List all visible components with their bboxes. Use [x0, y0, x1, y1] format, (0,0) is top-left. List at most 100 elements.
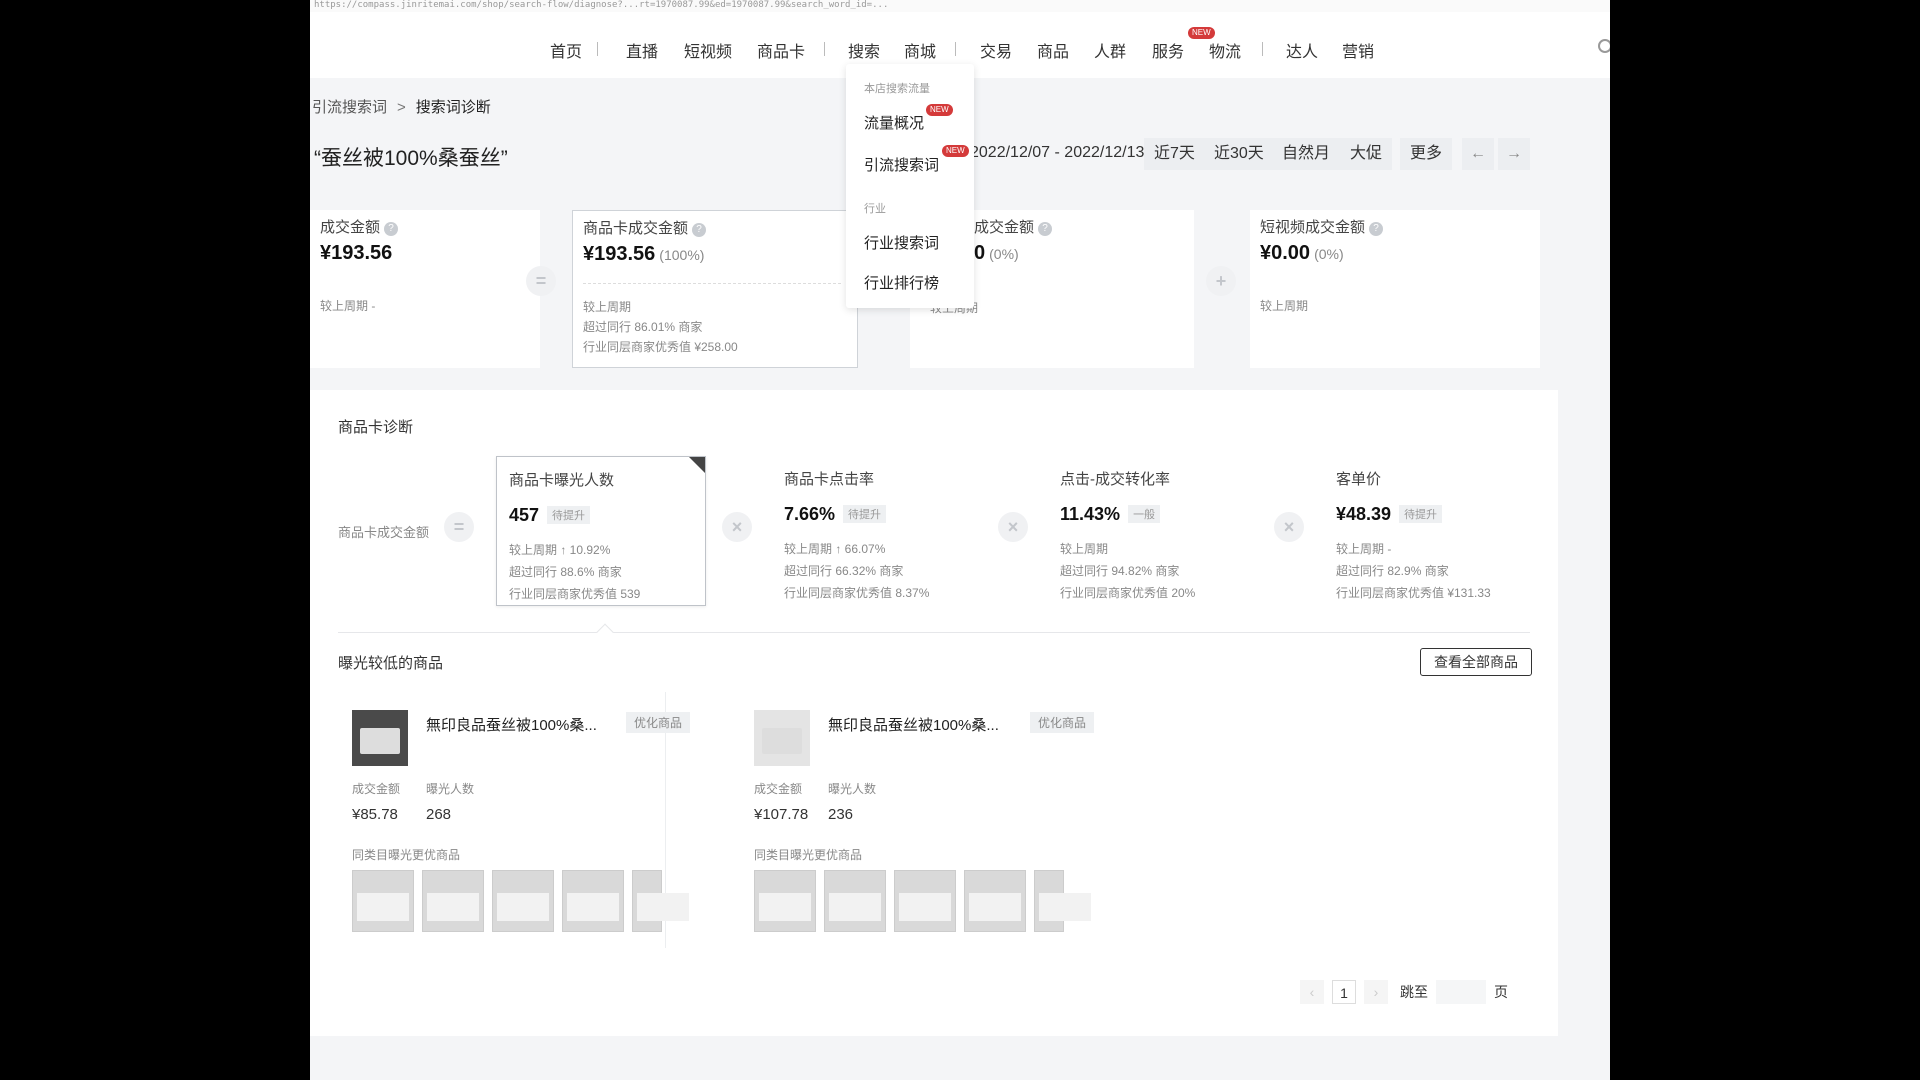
- nav-mall[interactable]: 商城: [904, 38, 936, 62]
- tab-natural-month[interactable]: 自然月: [1272, 138, 1341, 170]
- metric-card-product-card-gmv[interactable]: 商品卡成交金额? ¥193.56 (100%) 较上周期 超过同行 86.01% …: [572, 210, 858, 368]
- nav-logistics[interactable]: 物流: [1209, 38, 1241, 62]
- tab-more[interactable]: 更多: [1400, 138, 1453, 170]
- menu-item-industry-ranking[interactable]: 行业排行榜: [864, 272, 939, 293]
- diagnose-sub: 较上周期 ↑ 66.07%: [784, 542, 886, 556]
- equals-icon: =: [444, 512, 474, 542]
- nav-talent[interactable]: 达人: [1286, 38, 1318, 62]
- optimize-product-button[interactable]: 优化商品: [626, 712, 691, 733]
- equals-icon: =: [526, 266, 556, 296]
- metric-card-short-video-gmv[interactable]: 短视频成交金额? ¥0.00 (0%) 较上周期: [1250, 210, 1540, 368]
- product-card: 無印良品蚕丝被100%桑... 优化商品 成交金额 曝光人数 ¥107.78 2…: [738, 692, 1095, 948]
- similar-product-image[interactable]: [562, 870, 624, 932]
- metric-label: 短视频成交金额: [1260, 219, 1366, 236]
- metric-value: 236: [828, 806, 854, 823]
- nav-separator: [955, 42, 956, 56]
- nav-short-video[interactable]: 短视频: [684, 38, 732, 62]
- diagnose-sub: 行业同层商家优秀值 8.37%: [784, 586, 930, 600]
- diagnose-sub: 行业同层商家优秀值 539: [509, 587, 641, 601]
- similar-product-image[interactable]: [352, 870, 414, 932]
- diagnose-card-conversion[interactable]: 点击-成交转化率 11.43% 一般 较上周期 超过同行 94.82% 商家 行业…: [1048, 456, 1258, 606]
- page-unit-label: 页: [1494, 984, 1508, 1000]
- formula-left-label: 商品卡成交金额: [338, 525, 430, 540]
- diagnose-sub: 超过同行 88.6% 商家: [509, 565, 622, 579]
- prev-arrow-icon[interactable]: ←: [1462, 138, 1494, 170]
- tab-7-days[interactable]: 近7天: [1144, 138, 1205, 170]
- metric-sub: 较上周期: [583, 300, 632, 314]
- similar-product-image[interactable]: [1034, 870, 1091, 932]
- metric-label: 商品卡成交金额: [583, 220, 689, 237]
- diagnose-card-ctr[interactable]: 商品卡点击率 7.66% 待提升 较上周期 ↑ 66.07% 超过同行 66.32…: [772, 456, 982, 606]
- view-all-products-button[interactable]: 查看全部商品: [1420, 648, 1532, 676]
- similar-product-image[interactable]: [632, 870, 689, 932]
- nav-home[interactable]: 首页: [550, 38, 582, 62]
- diagnose-sub: 较上周期: [1060, 542, 1109, 556]
- metric-value: ¥107.78: [754, 806, 809, 823]
- metric-value: ¥0.00: [1260, 242, 1311, 264]
- menu-group-label: 行业: [864, 203, 886, 215]
- next-arrow-icon[interactable]: →: [1498, 138, 1530, 170]
- diagnose-value: ¥48.39: [1336, 504, 1392, 524]
- app-page: https://compass.jinritemai.com/shop/sear…: [310, 0, 1610, 1080]
- help-icon[interactable]: ?: [384, 222, 399, 236]
- diagnose-card-exposure[interactable]: 商品卡曝光人数 457 待提升 较上周期 ↑ 10.92% 超过同行 88.6% …: [496, 456, 706, 606]
- menu-item-industry-search-words[interactable]: 行业搜索词: [864, 232, 939, 253]
- optimize-product-button[interactable]: 优化商品: [1030, 712, 1095, 733]
- section-title: 曝光较低的商品: [338, 655, 444, 672]
- nav-live[interactable]: 直播: [626, 38, 658, 62]
- metric-key: 成交金额: [754, 782, 803, 796]
- next-page-icon[interactable]: ›: [1364, 980, 1388, 1004]
- product-thumbnail[interactable]: [754, 710, 810, 766]
- similar-product-image[interactable]: [894, 870, 956, 932]
- selection-caret: [596, 623, 614, 641]
- metric-sub: 超过同行 86.01% 商家: [583, 320, 703, 334]
- diagnose-sub: 行业同层商家优秀值 20%: [1060, 586, 1196, 600]
- nav-goods[interactable]: 商品: [1037, 38, 1069, 62]
- menu-item-search-words[interactable]: 引流搜索词: [864, 154, 939, 175]
- diagnose-sub: 较上周期 -: [1336, 542, 1392, 556]
- product-name[interactable]: 無印良品蚕丝被100%桑...: [828, 714, 999, 735]
- help-icon[interactable]: ?: [1038, 222, 1053, 236]
- tab-promotion[interactable]: 大促: [1340, 138, 1393, 170]
- diagnose-value: 7.66%: [784, 504, 836, 524]
- nav-product-card[interactable]: 商品卡: [757, 38, 805, 62]
- metric-value: ¥193.56: [583, 243, 656, 265]
- menu-item-traffic-overview[interactable]: 流量概况: [864, 112, 924, 133]
- help-icon[interactable]: ?: [692, 223, 707, 237]
- tab-30-days[interactable]: 近30天: [1204, 138, 1274, 170]
- similar-product-image[interactable]: [492, 870, 554, 932]
- jump-label: 跳至: [1400, 984, 1428, 1000]
- new-badge: NEW: [942, 145, 969, 157]
- help-icon[interactable]: ?: [1369, 222, 1384, 236]
- nav-marketing[interactable]: 营销: [1342, 38, 1374, 62]
- divider: [583, 283, 841, 284]
- nav-trade[interactable]: 交易: [980, 38, 1012, 62]
- product-thumbnail[interactable]: [352, 710, 408, 766]
- jump-page-input[interactable]: [1436, 980, 1486, 1004]
- search-icon[interactable]: [1598, 39, 1610, 53]
- page-number[interactable]: 1: [1332, 980, 1356, 1004]
- keyword-title: “蚕丝被100%桑蚕丝”: [314, 147, 508, 170]
- nav-search[interactable]: 搜索: [848, 38, 880, 62]
- nav-audience[interactable]: 人群: [1094, 38, 1126, 62]
- similar-products-label: 同类目曝光更优商品: [754, 848, 863, 862]
- similar-product-image[interactable]: [964, 870, 1026, 932]
- metric-sub: 行业同层商家优秀值 ¥258.00: [583, 340, 738, 354]
- menu-group-label: 本店搜索流量: [864, 83, 930, 95]
- breadcrumb-parent[interactable]: 引流搜索词: [312, 99, 387, 116]
- nav-service[interactable]: 服务: [1152, 38, 1184, 62]
- status-tag: 待提升: [843, 505, 887, 523]
- similar-product-image[interactable]: [422, 870, 484, 932]
- chevron-right-icon: >: [397, 99, 406, 116]
- similar-product-image[interactable]: [754, 870, 816, 932]
- similar-product-image[interactable]: [824, 870, 886, 932]
- metric-card-gmv[interactable]: 成交金额? ¥193.56 较上周期 -: [310, 210, 540, 368]
- metric-label: 成交金额: [320, 219, 381, 236]
- diagnose-card-aov[interactable]: 客单价 ¥48.39 待提升 较上周期 - 超过同行 82.9% 商家 行业同层商…: [1324, 456, 1534, 606]
- status-tag: 待提升: [547, 506, 591, 524]
- breadcrumb: 引流搜索词 > 搜索词诊断: [312, 96, 491, 117]
- prev-page-icon[interactable]: ‹: [1300, 980, 1324, 1004]
- date-range[interactable]: 2022/12/07 - 2022/12/13: [970, 144, 1144, 162]
- product-name[interactable]: 無印良品蚕丝被100%桑...: [426, 714, 597, 735]
- diagnose-label: 客单价: [1336, 471, 1382, 488]
